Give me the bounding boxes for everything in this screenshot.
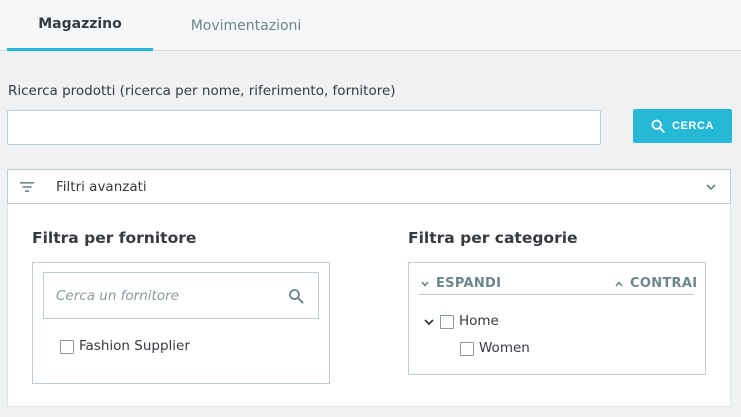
chevron-down-icon (706, 184, 716, 191)
search-icon[interactable] (288, 288, 304, 304)
supplier-search-input[interactable] (44, 273, 284, 318)
chevron-down-icon (421, 280, 429, 287)
advanced-filters-label: Filtri avanzati (56, 179, 147, 195)
collapse-all-label: CONTRAI (630, 276, 698, 291)
expand-all-button[interactable]: ESPANDI (420, 276, 501, 291)
filter-icon (20, 182, 34, 192)
category-label-women: Women (479, 340, 530, 356)
expand-all-label: ESPANDI (436, 276, 502, 291)
supplier-search-field (43, 272, 319, 319)
supplier-item-label: Fashion Supplier (79, 338, 190, 354)
search-icon (651, 119, 665, 133)
category-checkbox-home[interactable] (440, 315, 454, 329)
tab-bar: Magazzino Movimentazioni (0, 0, 741, 51)
tree-divider (419, 294, 694, 295)
tab-movimentazioni[interactable]: Movimentazioni (168, 0, 324, 51)
category-checkbox-women[interactable] (460, 342, 474, 356)
category-label-home: Home (459, 313, 499, 329)
advanced-filters-toggle[interactable]: Filtri avanzati (7, 169, 731, 204)
category-filter-title: Filtra per categorie (408, 229, 578, 247)
chevron-up-icon (615, 280, 623, 287)
product-search-label: Ricerca prodotti (ricerca per nome, rife… (8, 83, 396, 99)
search-button-label: CERCA (671, 120, 715, 132)
chevron-down-icon[interactable] (423, 316, 435, 328)
collapse-all-button[interactable]: CONTRAI (614, 276, 697, 291)
product-search-input[interactable] (7, 110, 601, 145)
search-button[interactable]: CERCA (633, 109, 732, 143)
supplier-checkbox[interactable] (60, 340, 74, 354)
supplier-filter-title: Filtra per fornitore (32, 229, 197, 247)
tab-magazzino[interactable]: Magazzino (7, 0, 153, 51)
